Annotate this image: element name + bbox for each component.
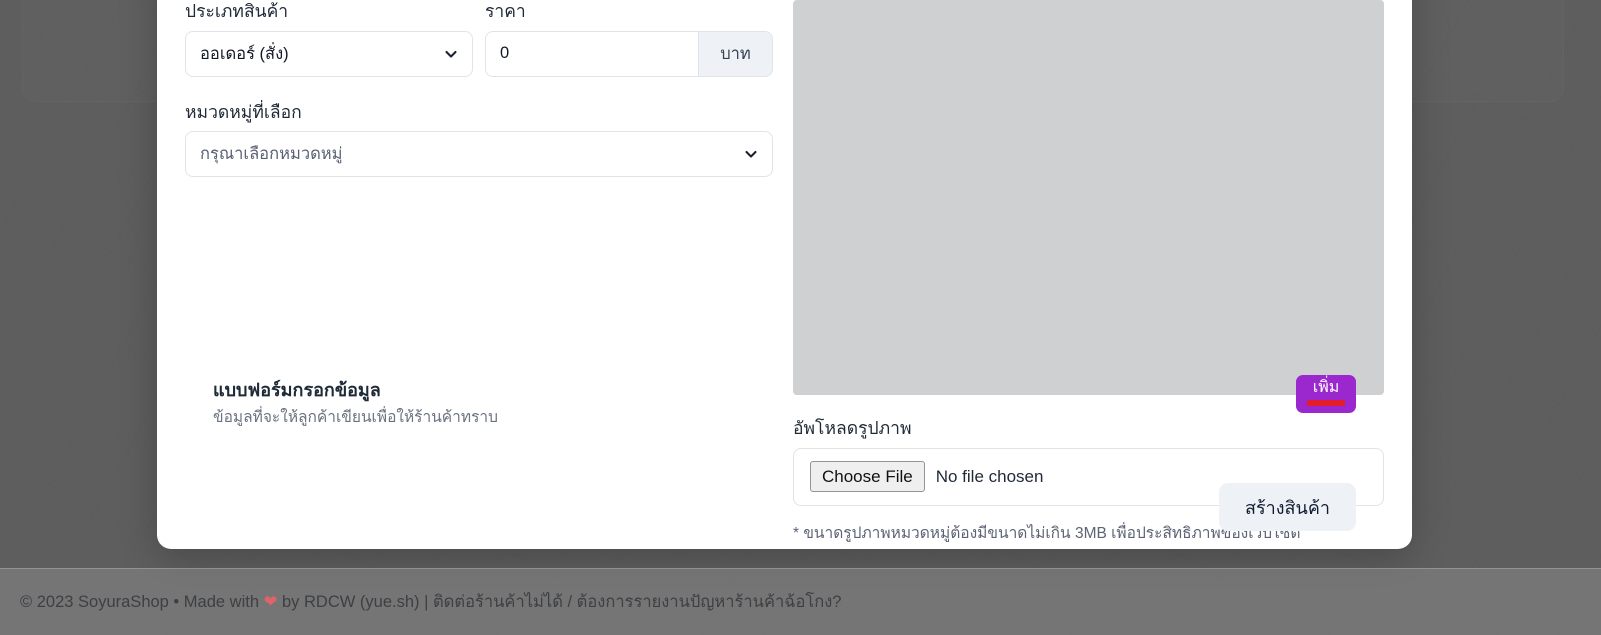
- category-label: หมวดหมู่ที่เลือก: [185, 101, 302, 122]
- price-input-group: บาท: [485, 30, 773, 77]
- create-product-modal: ประเภทสินค้า ออเดอร์ (สั่ง) ราคา 0 บาท ห…: [157, 0, 1412, 549]
- product-type-field: ประเภทสินค้า ออเดอร์ (สั่ง): [185, 0, 473, 77]
- form-builder-section: แบบฟอร์มกรอกข้อมูล ข้อมูลที่จะให้ลูกค้าเ…: [213, 375, 1356, 429]
- footer-attribution: by RDCW (yue.sh) | ติดต่อร้านค้าไม่ได้ /…: [277, 593, 842, 611]
- add-form-field-label: เพิ่ม: [1312, 379, 1340, 396]
- submit-row: สร้างสินค้า: [213, 483, 1356, 531]
- product-type-select[interactable]: ออเดอร์ (สั่ง): [185, 30, 473, 77]
- create-product-button[interactable]: สร้างสินค้า: [1219, 483, 1356, 531]
- page-root: STOCK: TEST 0 ประเภทสินค้า ออเดอร์ (สั่ง…: [0, 0, 1601, 635]
- chevron-down-icon: [744, 147, 758, 161]
- add-button-underline: [1307, 400, 1345, 406]
- modal-right-column: อัพโหลดรูปภาพ Choose File No file chosen…: [793, 0, 1384, 549]
- product-type-value: ออเดอร์ (สั่ง): [200, 44, 289, 63]
- form-builder-subtitle: ข้อมูลที่จะให้ลูกค้าเขียนเพื่อให้ร้านค้า…: [213, 409, 498, 426]
- product-type-label: ประเภทสินค้า: [185, 1, 289, 21]
- chevron-down-icon: [444, 47, 458, 61]
- price-field: ราคา บาท: [485, 0, 773, 77]
- heart-icon: ❤: [263, 593, 278, 611]
- image-preview: [793, 0, 1384, 395]
- add-form-field-button[interactable]: เพิ่ม: [1296, 375, 1356, 413]
- form-builder-text: แบบฟอร์มกรอกข้อมูล ข้อมูลที่จะให้ลูกค้าเ…: [213, 375, 498, 429]
- price-label: ราคา: [485, 1, 526, 21]
- category-select[interactable]: กรุณาเลือกหมวดหมู่: [185, 131, 773, 178]
- category-value: กรุณาเลือกหมวดหมู่: [200, 145, 343, 164]
- page-footer: © 2023 SoyuraShop • Made with ❤ by RDCW …: [0, 568, 1601, 635]
- modal-left-column: ประเภทสินค้า ออเดอร์ (สั่ง) ราคา 0 บาท ห…: [185, 0, 775, 549]
- form-builder-title: แบบฟอร์มกรอกข้อมูล: [213, 380, 381, 400]
- price-input[interactable]: [485, 30, 699, 77]
- footer-copyright: © 2023 SoyuraShop • Made with: [20, 593, 264, 611]
- modal-body: ประเภทสินค้า ออเดอร์ (สั่ง) ราคา 0 บาท ห…: [185, 0, 1384, 549]
- footer-text: © 2023 SoyuraShop • Made with ❤ by RDCW …: [0, 589, 841, 615]
- type-and-price-row: ประเภทสินค้า ออเดอร์ (สั่ง) ราคา 0 บาท: [185, 0, 775, 77]
- price-currency-suffix: บาท: [699, 30, 773, 77]
- category-field: หมวดหมู่ที่เลือก กรุณาเลือกหมวดหมู่: [185, 101, 775, 178]
